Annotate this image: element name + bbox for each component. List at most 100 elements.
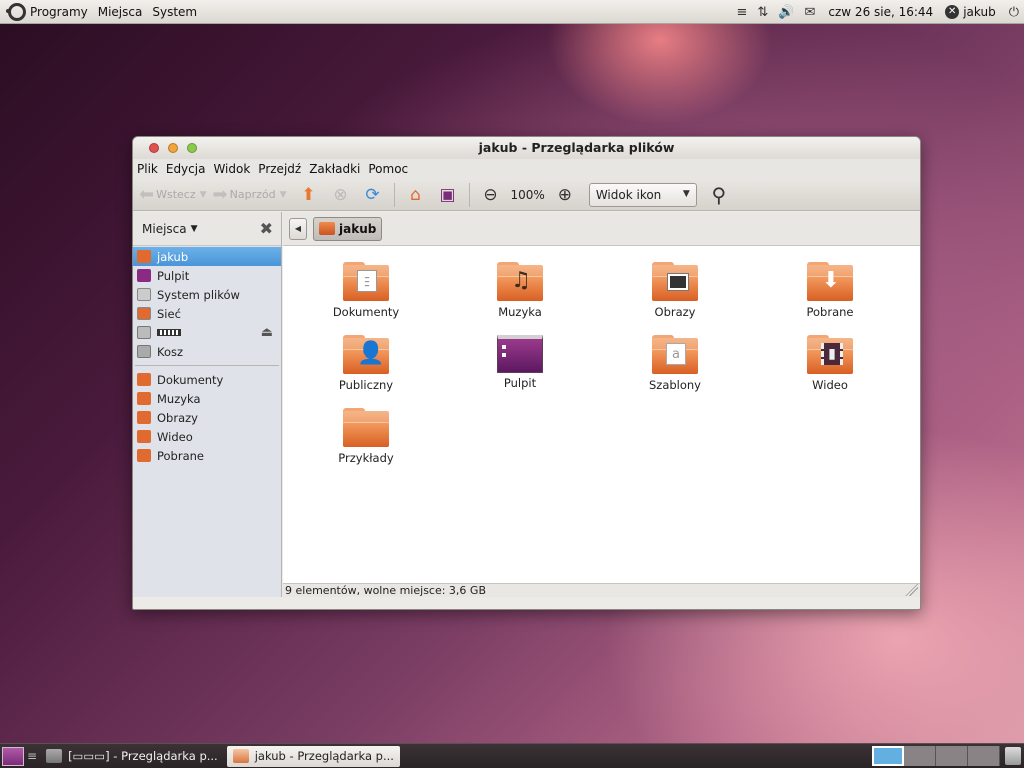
workspace-4[interactable] [968, 746, 1000, 766]
breadcrumb-label: jakub [339, 221, 377, 236]
documents-folder-icon: ━ ━ ━ [343, 262, 389, 302]
mail-icon[interactable]: ✉ [805, 5, 816, 20]
menu-zakladki[interactable]: Zakładki [309, 162, 360, 176]
file-item-publiczny[interactable]: 👤 Publiczny [306, 335, 426, 392]
sidebar-item-label: Dokumenty [157, 372, 224, 387]
file-item-label: Pobrane [806, 305, 854, 319]
chevron-down-icon[interactable]: ▼ [200, 190, 207, 200]
chevron-down-icon: ▼ [682, 188, 690, 199]
status-bar: 9 elementów, wolne miejsce: 3,6 GB [283, 583, 920, 597]
menu-pomoc[interactable]: Pomoc [368, 162, 408, 176]
menu-lines-icon[interactable]: ≡ [737, 5, 748, 20]
public-folder-icon: 👤 [343, 335, 389, 375]
show-desktop-button[interactable] [2, 746, 24, 766]
trash-icon[interactable] [1005, 747, 1021, 765]
menu-przejdz[interactable]: Przejdź [258, 162, 301, 176]
file-item-przyklady[interactable]: Przykłady [306, 408, 426, 465]
sidebar-item-network[interactable]: Sieć [133, 304, 281, 323]
sidebar-item-drive[interactable]: ⏏ [133, 323, 281, 342]
sidebar-item-wideo[interactable]: Wideo [133, 427, 281, 446]
sidebar: Miejsca ▼ ✖ jakub Pulpit System plików S… [133, 212, 282, 597]
toolbar-separator [393, 182, 395, 207]
workspace-2[interactable] [904, 746, 936, 766]
menu-plik[interactable]: Plik [137, 162, 158, 176]
computer-icon[interactable]: ▣ [436, 183, 460, 207]
menu-programy[interactable]: Programy [30, 5, 88, 19]
file-item-dokumenty[interactable]: ━ ━ ━ Dokumenty [306, 262, 426, 319]
search-icon[interactable]: ⚲ [707, 183, 731, 207]
sidebar-item-pobrane[interactable]: Pobrane [133, 446, 281, 465]
status-text: 9 elementów, wolne miejsce: 3,6 GB [285, 584, 486, 597]
trash-icon [137, 345, 151, 358]
file-item-muzyka[interactable]: ♫ Muzyka [460, 262, 580, 319]
workspace-3[interactable] [936, 746, 968, 766]
file-item-pulpit[interactable]: Pulpit [460, 335, 580, 390]
network-icon [137, 307, 151, 320]
title-bar[interactable]: jakub - Przeglądarka plików [133, 137, 920, 159]
sidebar-item-filesystem[interactable]: System plików [133, 285, 281, 304]
path-bar: ◀ jakub [283, 212, 920, 246]
workspace-1[interactable] [872, 746, 904, 766]
taskbar-item-filemanager-2[interactable]: jakub - Przeglądarka p... [226, 745, 400, 767]
menu-system[interactable]: System [152, 5, 197, 19]
reload-icon[interactable]: ⟳ [361, 183, 385, 207]
home-icon[interactable]: ⌂ [404, 183, 428, 207]
clock[interactable]: czw 26 sie, 16:44 [828, 5, 933, 19]
file-item-label: Wideo [812, 378, 848, 392]
menu-edycja[interactable]: Edycja [166, 162, 206, 176]
sidebar-item-trash[interactable]: Kosz [133, 342, 281, 361]
zoom-in-icon[interactable]: ⊕ [553, 183, 577, 207]
menubar: Plik Edycja Widok Przejdź Zakładki Pomoc [133, 159, 920, 179]
panel-handle-icon: ≡ [27, 749, 38, 763]
breadcrumb-jakub[interactable]: jakub [313, 216, 383, 241]
sidebar-item-pulpit[interactable]: Pulpit [133, 266, 281, 285]
forward-button[interactable]: ➡ Naprzód ▼ [213, 184, 287, 205]
home-folder-icon [137, 250, 151, 263]
sidebar-item-muzyka[interactable]: Muzyka [133, 389, 281, 408]
stop-icon[interactable]: ⊗ [329, 183, 353, 207]
user-name[interactable]: jakub [963, 5, 996, 19]
up-arrow-icon[interactable]: ⬆ [297, 183, 321, 207]
taskbar-item-filemanager-1[interactable]: [▭▭▭] - Przeglądarka p... [40, 746, 224, 767]
file-item-obrazy[interactable]: Obrazy [615, 262, 735, 319]
chevron-down-icon[interactable]: ▼ [280, 190, 287, 200]
desktop-icon [497, 335, 543, 373]
resize-grip-icon[interactable] [904, 584, 918, 596]
menu-miejsca[interactable]: Miejsca [98, 5, 143, 19]
zoom-out-icon[interactable]: ⊖ [479, 183, 503, 207]
view-mode-select[interactable]: Widok ikon ▼ [588, 182, 697, 207]
menu-widok[interactable]: Widok [213, 162, 250, 176]
file-item-wideo[interactable]: ▮ Wideo [770, 335, 890, 392]
templates-folder-icon: a [652, 335, 698, 375]
close-sidebar-icon[interactable]: ✖ [260, 219, 273, 238]
sidebar-item-dokumenty[interactable]: Dokumenty [133, 370, 281, 389]
network-arrows-icon[interactable]: ⇅ [757, 5, 768, 20]
sidebar-item-label: jakub [157, 249, 189, 264]
file-item-label: Obrazy [654, 305, 696, 319]
downloads-folder-icon: ⬇ [807, 262, 853, 302]
window-title: jakub - Przeglądarka plików [478, 140, 675, 155]
file-item-label: Publiczny [338, 378, 394, 392]
downloads-folder-icon [137, 449, 151, 462]
window-body: Miejsca ▼ ✖ jakub Pulpit System plików S… [133, 212, 920, 597]
file-view[interactable]: ━ ━ ━ Dokumenty ♫ Muzyka Obrazy ⬇ Pobran… [283, 246, 920, 583]
back-label: Wstecz [156, 188, 196, 201]
sidebar-item-obrazy[interactable]: Obrazy [133, 408, 281, 427]
user-status-icon[interactable]: ✕ [945, 5, 960, 19]
volume-icon[interactable]: 🔊 [778, 5, 794, 20]
desktop-icon [137, 269, 151, 282]
toolbar-separator [468, 182, 470, 207]
sidebar-item-label: Wideo [157, 429, 193, 444]
sidebar-header[interactable]: Miejsca ▼ ✖ [133, 212, 281, 246]
power-icon[interactable]: ⏻ [1009, 5, 1019, 20]
sidebar-item-label: Pobrane [157, 448, 204, 463]
filesystem-icon [137, 288, 151, 301]
drive-label-icon [157, 329, 181, 336]
file-item-pobrane[interactable]: ⬇ Pobrane [770, 262, 890, 319]
file-item-szablony[interactable]: a Szablony [615, 335, 735, 392]
back-button[interactable]: ⬅ Wstecz ▼ [139, 184, 207, 205]
path-back-button[interactable]: ◀ [289, 217, 307, 240]
ubuntu-logo-icon[interactable] [6, 2, 26, 21]
sidebar-item-jakub[interactable]: jakub [133, 247, 281, 266]
eject-icon[interactable]: ⏏ [261, 325, 273, 340]
